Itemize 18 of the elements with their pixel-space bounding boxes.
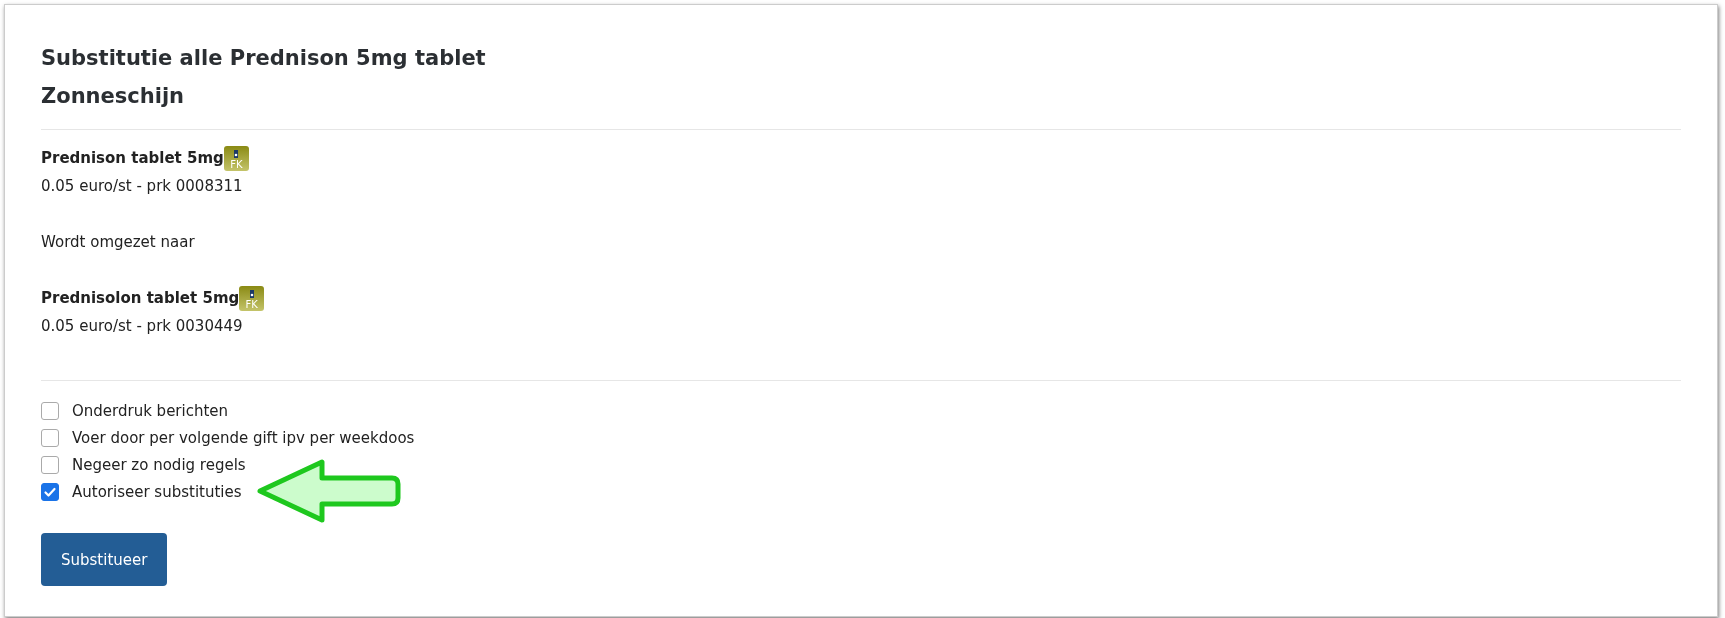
checkbox[interactable] — [41, 428, 59, 447]
dialog-title: Zonneschijn — [41, 83, 185, 110]
dialog-title: Substitutie alle Prednison 5mg tablet — [41, 45, 486, 72]
formulary-badge: FK — [223, 145, 249, 171]
product-details: 0.05 euro/st - prk 0008311 — [41, 176, 243, 197]
checkbox-label[interactable]: Autoriseer substituties — [72, 482, 242, 501]
product-name: Prednison tablet 5mg — [41, 148, 224, 169]
checkbox-label[interactable]: Voer door per volgende gift ipv per weekdoos — [72, 428, 415, 447]
product-name: Prednisolon tablet 5mg — [41, 288, 240, 309]
checkbox[interactable] — [41, 455, 59, 474]
checkbox[interactable] — [41, 401, 59, 420]
checkbox-label[interactable]: Negeer zo nodig regels — [72, 455, 246, 474]
checkbox-label[interactable]: Onderdruk berichten — [72, 401, 229, 420]
conversion-text: Wordt omgezet naar — [41, 232, 195, 253]
checkbox[interactable] — [41, 482, 59, 501]
product-details: 0.05 euro/st - prk 0030449 — [41, 316, 243, 337]
submit-button[interactable]: Substitueer — [41, 533, 168, 586]
formulary-badge: FK — [239, 285, 265, 311]
